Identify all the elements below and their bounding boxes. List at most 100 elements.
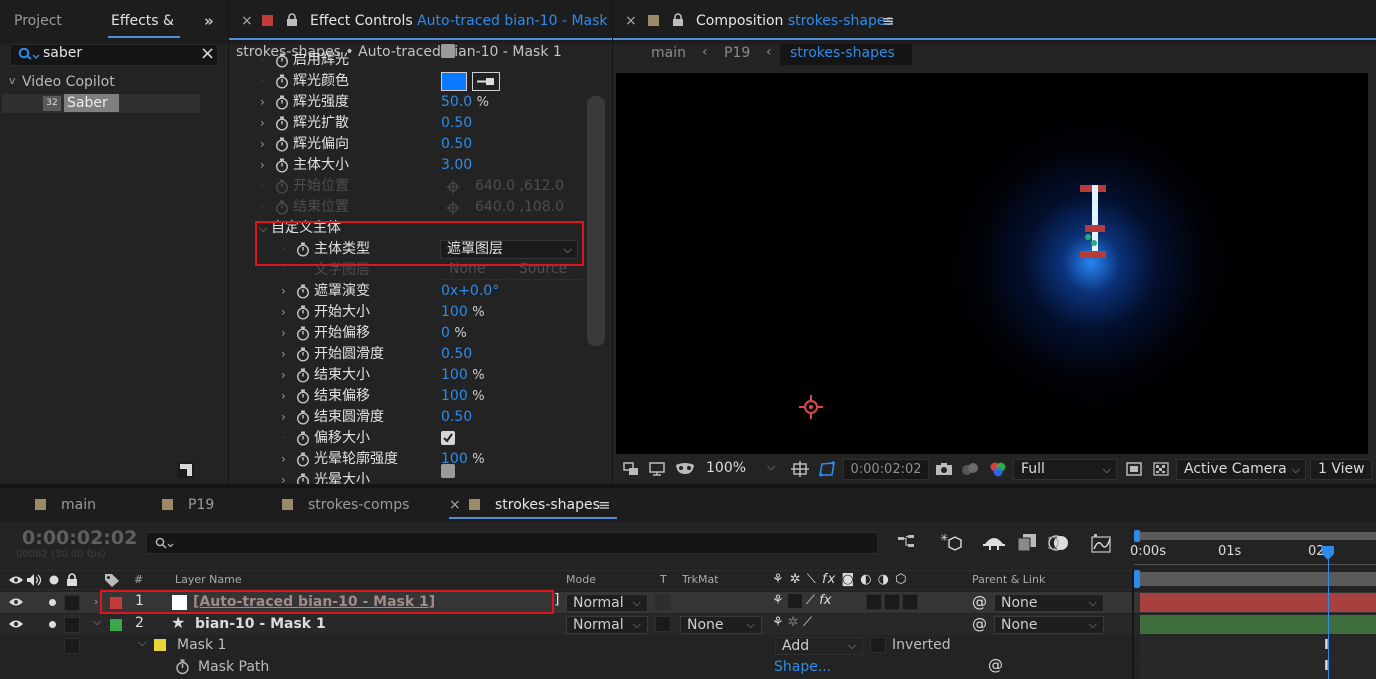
- lock-box[interactable]: [64, 595, 80, 611]
- stopwatch-icon[interactable]: [296, 389, 310, 404]
- effect-property-row[interactable]: · 结束位置 640.0 ,108.0: [229, 197, 612, 218]
- lock-icon[interactable]: [672, 13, 684, 27]
- mask-mode-dropdown[interactable]: Add ⌵: [775, 637, 863, 655]
- twirl-right-icon[interactable]: ›: [260, 134, 266, 151]
- stopwatch-icon[interactable]: [296, 326, 310, 341]
- preserve-transparency[interactable]: [655, 616, 671, 632]
- parent-pickwhip-icon[interactable]: @: [972, 593, 987, 611]
- glow-color-swatch[interactable]: [441, 72, 467, 91]
- views-dropdown[interactable]: 1 View: [1310, 459, 1372, 480]
- comp-crumb-p19[interactable]: P19: [724, 45, 750, 61]
- twirl-right-icon[interactable]: ›: [281, 386, 287, 403]
- label-tag-icon[interactable]: [104, 573, 120, 587]
- effect-property-row[interactable]: › 遮罩演变 0x+0.0°: [229, 281, 612, 302]
- zoom-slider-handle[interactable]: [1134, 570, 1140, 588]
- stopwatch-icon[interactable]: [275, 116, 289, 131]
- timeline-tab-strokes-shapes[interactable]: strokes-shapes: [495, 497, 600, 513]
- show-snapshot-icon[interactable]: [961, 462, 979, 476]
- resolution-dropdown[interactable]: Full ⌵: [1013, 459, 1117, 480]
- twirl-right-icon[interactable]: ›: [281, 344, 287, 361]
- audio-icon[interactable]: [26, 573, 44, 587]
- comp-crumb-current[interactable]: strokes-shapes: [780, 44, 912, 65]
- twirl-right-icon[interactable]: ›: [281, 449, 287, 466]
- graph-editor-icon[interactable]: [1090, 533, 1112, 553]
- effect-property-value[interactable]: 0.50: [441, 344, 472, 365]
- composition-viewer[interactable]: [616, 73, 1368, 454]
- search-input[interactable]: saber: [43, 45, 82, 61]
- effect-property-value[interactable]: 640.0 ,108.0: [475, 197, 564, 218]
- effect-property-row[interactable]: › 开始大小 100 %: [229, 302, 612, 323]
- panel-menu-icon[interactable]: ≡: [598, 496, 611, 514]
- solo-dot[interactable]: [49, 621, 56, 628]
- twirl-right-icon[interactable]: ›: [260, 92, 266, 109]
- twirl-down-icon[interactable]: ⌵: [259, 218, 267, 235]
- effect-property-row[interactable]: · 偏移大小: [229, 428, 612, 449]
- inverted-checkbox[interactable]: [870, 637, 886, 653]
- effect-property-row[interactable]: · 文字图层 None Source: [229, 260, 612, 281]
- eyedropper-icon[interactable]: [472, 72, 500, 91]
- stopwatch-icon[interactable]: [296, 368, 310, 383]
- effect-property-value[interactable]: 100 %: [441, 365, 485, 386]
- twirl-right-icon[interactable]: ›: [281, 470, 287, 484]
- effect-property-value[interactable]: 3.00: [441, 155, 472, 176]
- effect-property-row[interactable]: › 辉光扩散 0.50: [229, 113, 612, 134]
- stopwatch-icon[interactable]: [296, 431, 310, 446]
- layer-name[interactable]: [Auto-traced bian-10 - Mask 1]: [193, 594, 435, 610]
- comp-flowchart-icon[interactable]: [898, 534, 918, 550]
- effect-property-row[interactable]: › 光晕大小: [229, 464, 612, 484]
- stopwatch-icon[interactable]: [296, 473, 310, 484]
- frame-blending-icon[interactable]: [1017, 534, 1037, 552]
- layer-mode-dropdown[interactable]: Normal ⌵: [566, 594, 648, 612]
- layer-label-color[interactable]: [110, 597, 122, 609]
- effect-property-value[interactable]: 50.0 %: [441, 92, 489, 113]
- keyframe-marker[interactable]: I: [1324, 638, 1329, 653]
- position-crosshair-icon[interactable]: [446, 180, 460, 194]
- region-of-interest-icon[interactable]: [791, 461, 809, 477]
- position-crosshair-icon[interactable]: [446, 201, 460, 215]
- effect-category[interactable]: Video Copilot: [22, 74, 115, 90]
- body-type-dropdown[interactable]: 遮罩图层 ⌵: [440, 240, 578, 259]
- preserve-transparency[interactable]: [655, 594, 671, 610]
- checkerboard-icon[interactable]: [1153, 462, 1169, 476]
- effect-property-value[interactable]: 0.50: [441, 134, 472, 155]
- stopwatch-icon[interactable]: [296, 305, 310, 320]
- twirl-right-icon[interactable]: ›: [281, 281, 287, 298]
- panel-menu-icon[interactable]: ≡: [882, 12, 895, 30]
- shy-layers-icon[interactable]: [983, 534, 1005, 550]
- effect-property-row[interactable]: › 开始圆滑度 0.50: [229, 344, 612, 365]
- effect-property-row[interactable]: › 结束圆滑度 0.50: [229, 407, 612, 428]
- draft-3d-icon[interactable]: ✳: [940, 532, 962, 552]
- zoom-dropdown[interactable]: 100% ⌵: [706, 460, 782, 476]
- twirl-down-icon[interactable]: ⌵: [138, 636, 146, 650]
- stopwatch-icon[interactable]: [175, 659, 190, 675]
- trkmat-dropdown[interactable]: None ⌵: [680, 616, 762, 634]
- chevron-down-icon[interactable]: v: [9, 74, 16, 87]
- keyframe-marker[interactable]: I: [1324, 659, 1329, 674]
- panel-resize-handle[interactable]: [178, 462, 194, 478]
- twirl-right-icon[interactable]: ›: [260, 155, 266, 172]
- close-tab-icon[interactable]: ×: [625, 13, 637, 29]
- work-area-bar[interactable]: [1136, 532, 1376, 540]
- timeline-timecode[interactable]: 0:00:02:02: [22, 527, 137, 549]
- layer-duration-bar[interactable]: [1140, 615, 1376, 634]
- effect-property-row[interactable]: › 辉光偏向 0.50: [229, 134, 612, 155]
- offset-size-checkbox[interactable]: [441, 431, 455, 445]
- effect-property-row[interactable]: › 结束偏移 100 %: [229, 386, 612, 407]
- search-field[interactable]: [10, 44, 218, 66]
- parent-dropdown[interactable]: None ⌵: [994, 616, 1104, 634]
- twirl-right-icon[interactable]: ›: [281, 365, 287, 382]
- work-area-start-handle[interactable]: [1134, 530, 1140, 542]
- stopwatch-icon[interactable]: [275, 74, 289, 89]
- switch-box[interactable]: [884, 594, 900, 610]
- effect-property-value[interactable]: 100 %: [441, 386, 485, 407]
- panel-overflow-icon[interactable]: »: [204, 12, 214, 30]
- time-ruler[interactable]: 0:00s 01s 02s: [1130, 528, 1376, 590]
- mask-name[interactable]: Mask 1: [177, 637, 226, 653]
- anchor-point-icon[interactable]: [799, 395, 823, 419]
- stopwatch-icon[interactable]: [275, 53, 289, 68]
- effect-property-row[interactable]: › 开始偏移 0 %: [229, 323, 612, 344]
- switch-box[interactable]: [866, 594, 882, 610]
- effect-checkbox[interactable]: [441, 464, 455, 478]
- parent-pickwhip-icon[interactable]: @: [972, 615, 987, 633]
- visibility-eye-icon[interactable]: [9, 596, 23, 608]
